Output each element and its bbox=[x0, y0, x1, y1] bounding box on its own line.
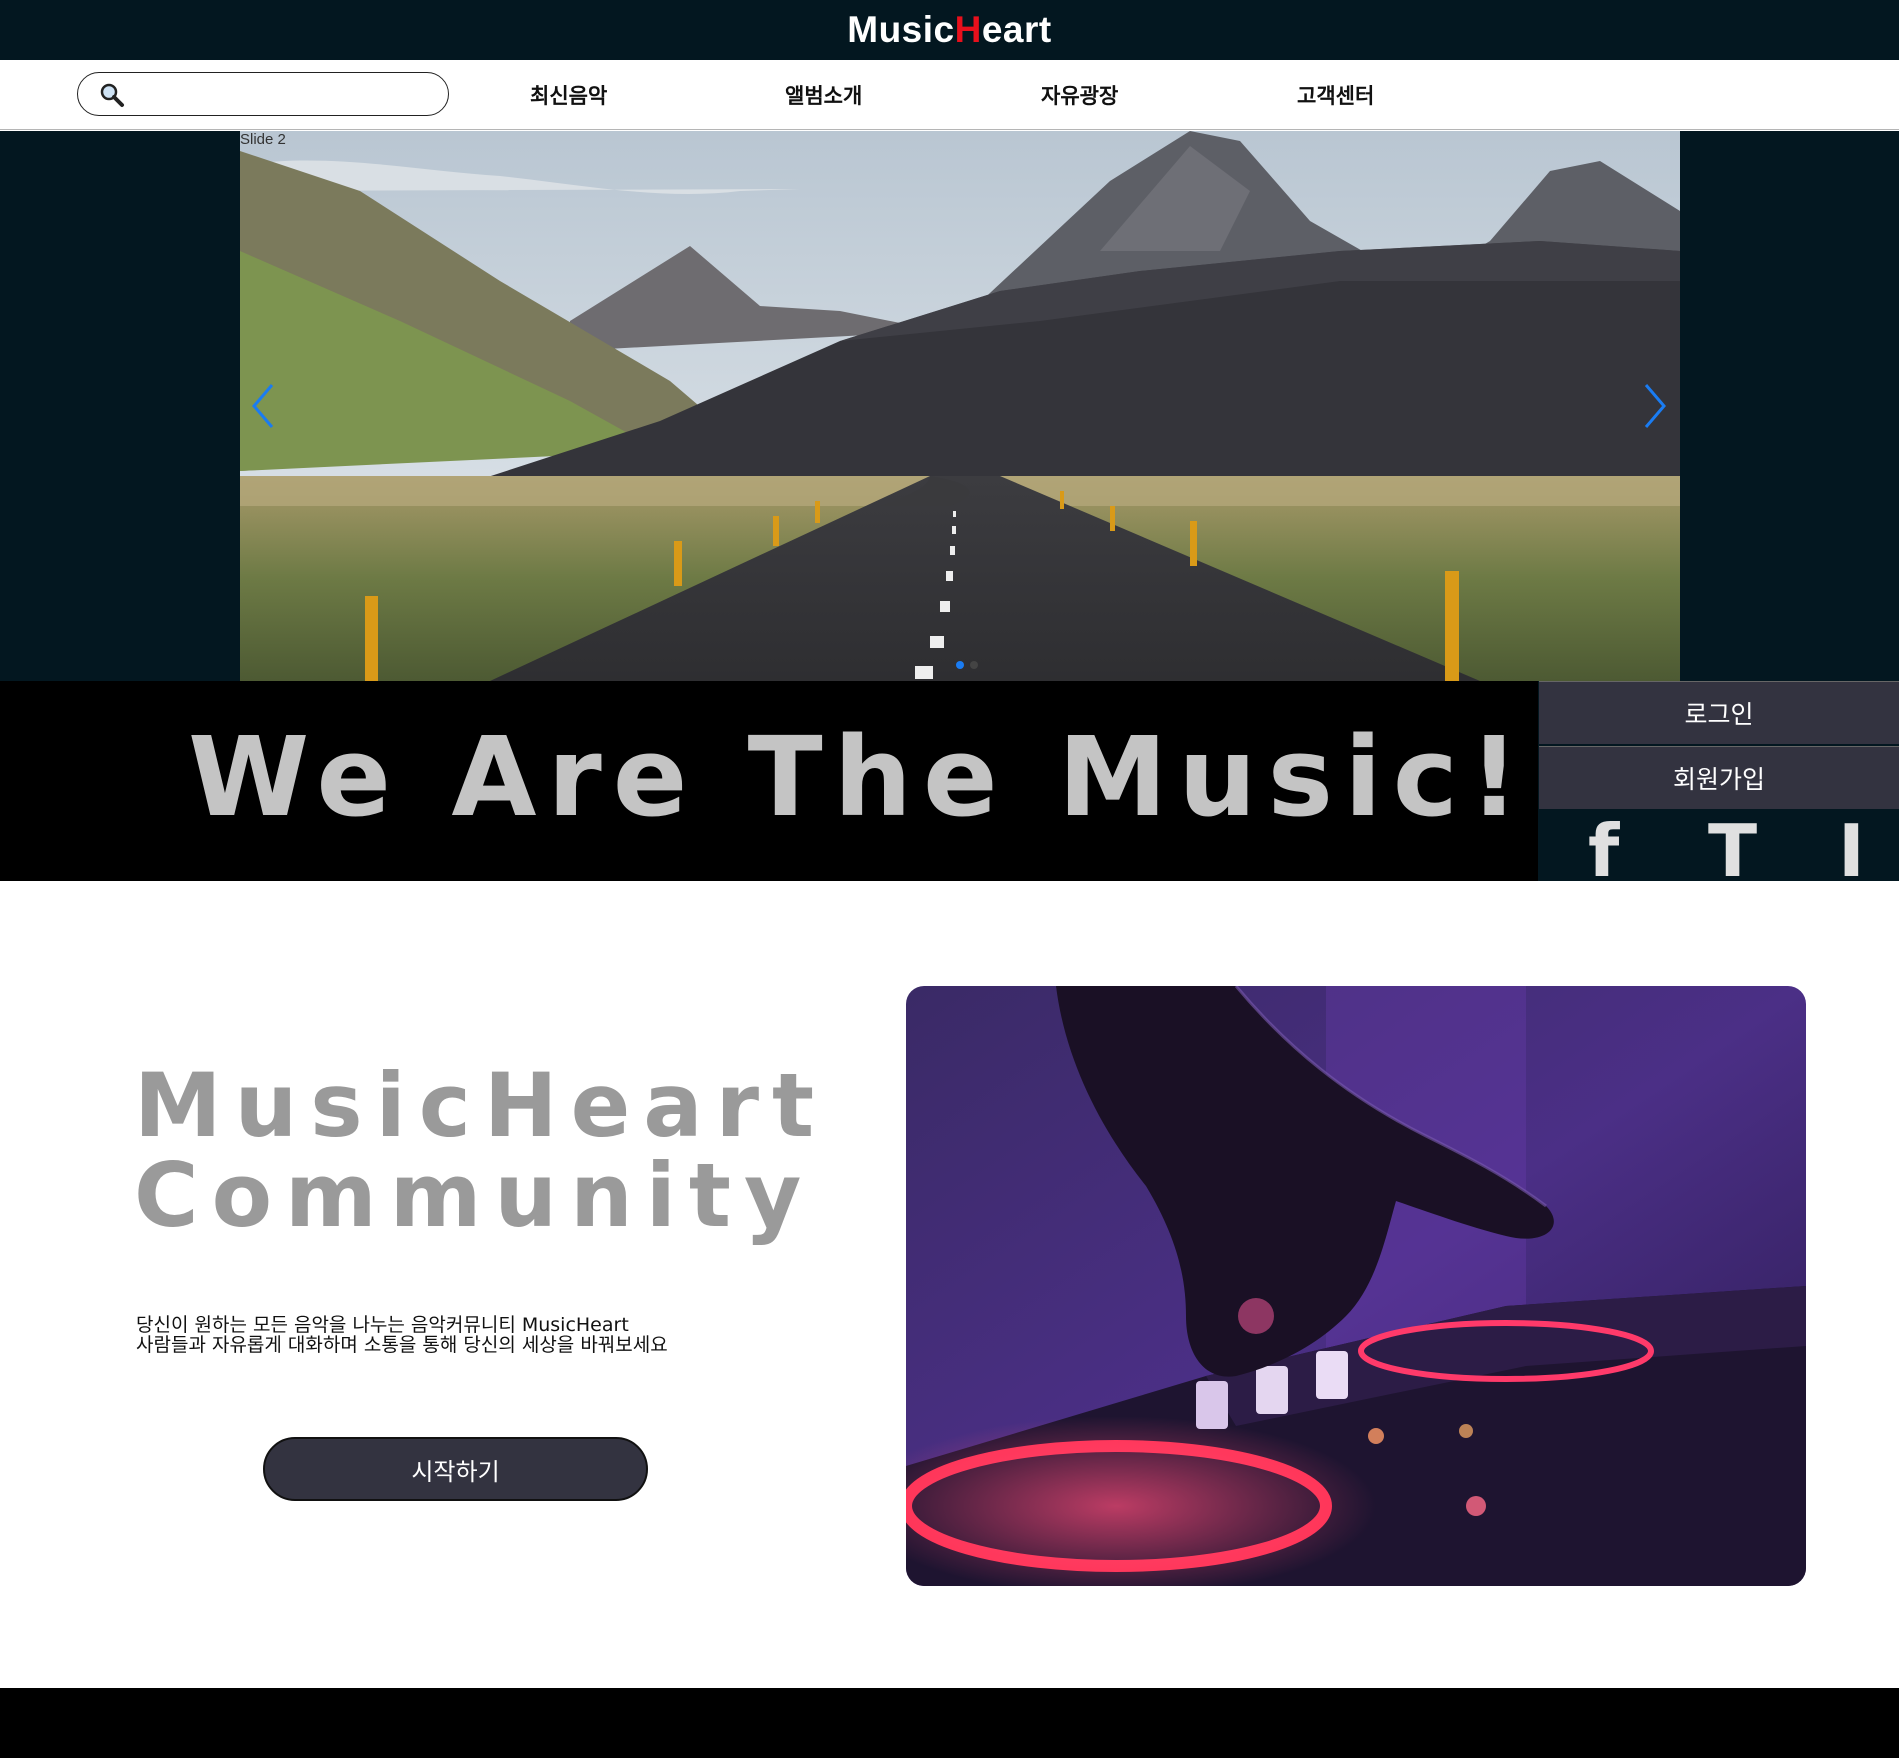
tagline-band: We Are The Music! bbox=[0, 681, 1538, 881]
brand-bar: MusicHeart bbox=[0, 0, 1899, 60]
dj-mixer-image bbox=[906, 986, 1806, 1586]
search-icon[interactable] bbox=[98, 81, 126, 109]
start-button[interactable]: 시작하기 bbox=[263, 1437, 648, 1501]
community-desc-line1: 당신이 원하는 모든 음악을 나누는 음악커뮤니티 MusicHeart bbox=[136, 1314, 629, 1336]
slider-dot-active[interactable] bbox=[956, 661, 964, 669]
community-title-line2: Community bbox=[134, 1144, 815, 1247]
logo-accent-letter: H bbox=[954, 9, 982, 50]
search-input[interactable] bbox=[134, 79, 434, 109]
community-desc-line2: 사람들과 자유롭게 대화하며 소통을 통해 당신의 세상을 바꿔보세요 bbox=[136, 1334, 668, 1356]
community-section: MusicHeart Community 당신이 원하는 모든 음악을 나누는 … bbox=[0, 881, 1899, 1688]
slide-image-road-mountains bbox=[240, 131, 1680, 681]
slider-dot[interactable] bbox=[970, 661, 978, 669]
nav-item-latest-music[interactable]: 최신음악 bbox=[530, 80, 607, 110]
slider-pagination bbox=[956, 661, 978, 669]
twitter-icon[interactable]: T bbox=[1708, 815, 1757, 887]
login-button[interactable]: 로그인 bbox=[1539, 681, 1899, 744]
community-title-line1: MusicHeart bbox=[134, 1054, 828, 1157]
instagram-icon[interactable]: I bbox=[1838, 815, 1865, 887]
footer bbox=[0, 1688, 1899, 1758]
site-logo[interactable]: MusicHeart bbox=[847, 9, 1051, 51]
logo-suffix: eart bbox=[981, 9, 1052, 50]
nav-item-customer-center[interactable]: 고객센터 bbox=[1297, 80, 1374, 110]
slide-label: Slide 2 bbox=[240, 131, 286, 148]
nav-item-free-board[interactable]: 자유광장 bbox=[1041, 80, 1118, 110]
member-panel: 로그인 회원가입 f T I bbox=[1538, 681, 1899, 887]
hero-slider: Slide 2 bbox=[0, 131, 1899, 681]
search-box bbox=[77, 72, 449, 116]
facebook-icon[interactable]: f bbox=[1588, 815, 1619, 887]
signup-button[interactable]: 회원가입 bbox=[1539, 746, 1899, 809]
main-nav: 최신음악 앨범소개 자유광장 고객센터 bbox=[0, 60, 1899, 130]
tagline-title: We Are The Music! bbox=[188, 713, 1531, 841]
slider-next-arrow-icon[interactable] bbox=[1640, 381, 1670, 431]
logo-prefix: Music bbox=[847, 9, 955, 50]
slider-prev-arrow-icon[interactable] bbox=[248, 381, 278, 431]
community-title: MusicHeart Community bbox=[134, 1061, 827, 1241]
community-description: 당신이 원하는 모든 음악을 나누는 음악커뮤니티 MusicHeart 사람들… bbox=[136, 1315, 668, 1355]
nav-item-album-intro[interactable]: 앨범소개 bbox=[785, 80, 862, 110]
